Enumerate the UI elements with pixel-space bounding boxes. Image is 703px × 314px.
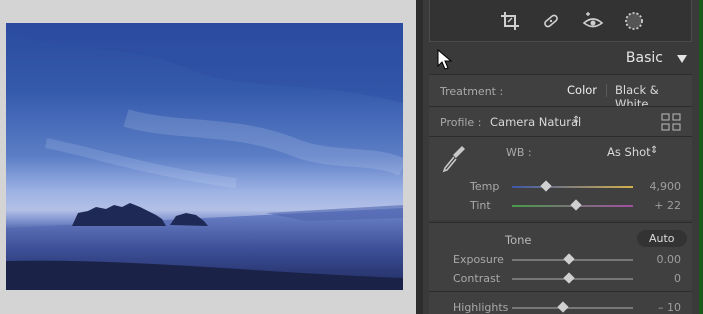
exposure-label: Exposure [453, 253, 504, 266]
tone-divider [429, 291, 692, 292]
eyedropper-icon[interactable] [441, 143, 467, 177]
redeye-icon[interactable] [582, 10, 604, 32]
contrast-value[interactable]: 0 [621, 272, 681, 285]
wb-dropdown[interactable]: As Shot [607, 145, 651, 159]
wb-dropdown-arrow[interactable]: ⇕ [650, 145, 658, 156]
temp-slider-thumb[interactable] [540, 180, 552, 192]
collapse-arrow-icon[interactable] [675, 51, 689, 65]
contrast-slider-thumb[interactable] [563, 272, 575, 284]
profile-dropdown[interactable]: Camera Natural [490, 115, 581, 129]
treatment-color-option[interactable]: Color [567, 83, 597, 97]
develop-panel: Basic Treatment : Color Black & White Pr… [423, 0, 699, 314]
tint-value[interactable]: + 22 [621, 199, 681, 212]
grid-icon[interactable] [661, 113, 681, 135]
tone-section: Tone Auto Exposure 0.00 Contrast 0 Highl… [429, 222, 692, 314]
temp-label: Temp [470, 180, 500, 193]
highlights-slider-thumb[interactable] [557, 301, 569, 313]
temp-value[interactable]: 4,900 [621, 180, 682, 193]
treatment-separator [606, 84, 607, 97]
contrast-label: Contrast [453, 272, 501, 285]
tone-label: Tone [505, 233, 532, 247]
photo-viewport [0, 0, 416, 314]
mask-icon[interactable] [623, 10, 645, 32]
tone-auto-button[interactable]: Auto [637, 230, 687, 247]
exposure-value[interactable]: 0.00 [621, 253, 682, 266]
window-edge [699, 0, 703, 314]
wb-label: WB : [506, 146, 532, 159]
photo-landscape [6, 23, 403, 290]
profile-row: Profile : Camera Natural ⇕ [429, 106, 692, 136]
highlights-label: Highlights [453, 301, 509, 314]
profile-dropdown-arrow[interactable]: ⇕ [572, 115, 580, 126]
highlights-slider-track[interactable] [512, 307, 633, 309]
healing-icon[interactable] [540, 10, 562, 32]
crop-icon[interactable] [499, 10, 521, 32]
tint-slider-thumb[interactable] [570, 199, 582, 211]
profile-label: Profile : [440, 116, 482, 129]
basic-title: Basic [625, 50, 663, 66]
highlights-value[interactable]: – 10 [621, 301, 681, 314]
temp-slider-track[interactable] [512, 186, 633, 188]
tool-strip [429, 0, 692, 42]
wb-section: WB : As Shot ⇕ Temp 4,900 Tint + 22 [429, 136, 692, 220]
cursor-icon [437, 48, 453, 75]
panel-divider [416, 0, 423, 314]
basic-panel-header[interactable]: Basic [423, 44, 699, 72]
treatment-label: Treatment : [440, 85, 504, 98]
exposure-slider-thumb[interactable] [563, 253, 575, 265]
treatment-row: Treatment : Color Black & White [429, 74, 692, 111]
photo-preview[interactable] [6, 23, 403, 290]
tint-label: Tint [470, 199, 491, 212]
